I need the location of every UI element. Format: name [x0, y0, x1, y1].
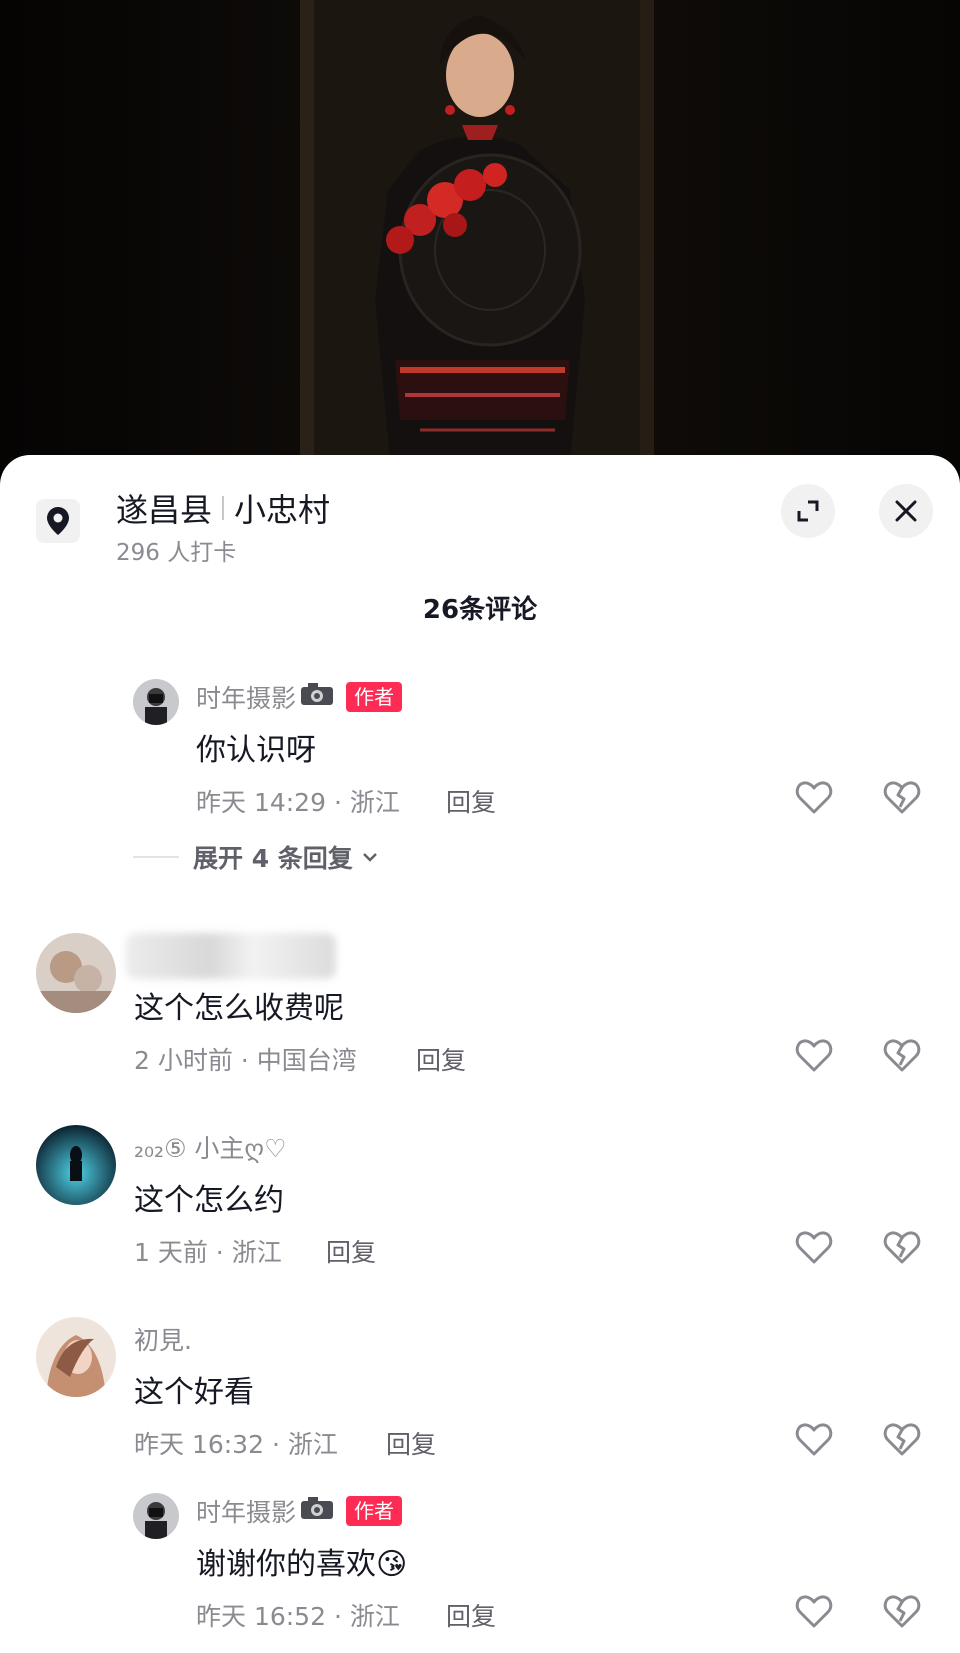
- location-village: 小忠村: [234, 491, 331, 529]
- heart-outline-icon[interactable]: [794, 1227, 834, 1267]
- post-photo: [0, 0, 960, 470]
- avatar[interactable]: [133, 1493, 179, 1539]
- broken-heart-icon[interactable]: [882, 1591, 922, 1631]
- comment-author-blurred[interactable]: [126, 933, 336, 979]
- comment-time: 昨天 14:29 · 浙江: [196, 788, 400, 817]
- comment-author[interactable]: ₂₀₂⑤ 小主ღ♡: [134, 1129, 287, 1165]
- heart-outline-icon[interactable]: [794, 1035, 834, 1075]
- comment-author[interactable]: 时年摄影 作者: [196, 679, 403, 715]
- avatar[interactable]: [36, 1317, 116, 1397]
- camera-icon: [300, 682, 334, 712]
- expand-icon: [797, 500, 819, 522]
- reply-button[interactable]: 回复: [326, 1233, 376, 1269]
- comment-text: 这个怎么约: [134, 1183, 284, 1218]
- expand-replies-button[interactable]: 展开 4 条回复: [133, 839, 381, 875]
- expand-button[interactable]: [781, 484, 835, 538]
- expand-line: [133, 856, 179, 858]
- heart-outline-icon[interactable]: [794, 1419, 834, 1459]
- comments-sheet: 遂昌县 小忠村 296 人打卡 26条评论 时年摄影 作者 你认识呀 昨天 14…: [0, 455, 960, 1653]
- broken-heart-icon[interactable]: [882, 1227, 922, 1267]
- chevron-down-icon: [362, 853, 377, 862]
- author-tag: 作者: [346, 682, 403, 712]
- location-county: 遂昌县: [116, 491, 213, 529]
- heart-outline-icon[interactable]: [794, 1591, 834, 1631]
- comment-author[interactable]: 初見.: [134, 1321, 192, 1357]
- checkin-count: 296 人打卡: [116, 540, 237, 566]
- comment-text: 这个怎么收费呢: [134, 991, 344, 1026]
- broken-heart-icon[interactable]: [882, 1035, 922, 1075]
- comment-count: 26条评论: [422, 595, 538, 625]
- avatar[interactable]: [36, 1125, 116, 1205]
- location-title[interactable]: 遂昌县 小忠村: [116, 485, 330, 531]
- comment-text: 这个好看: [134, 1375, 254, 1410]
- reply-button[interactable]: 回复: [446, 1597, 496, 1633]
- camera-icon: [300, 1496, 334, 1526]
- comment-time: 昨天 16:32 · 浙江: [134, 1430, 338, 1459]
- broken-heart-icon[interactable]: [882, 777, 922, 817]
- reply-button[interactable]: 回复: [446, 783, 496, 819]
- comment-text: 谢谢你的喜欢😘: [196, 1547, 408, 1582]
- reply-button[interactable]: 回复: [386, 1425, 436, 1461]
- avatar[interactable]: [36, 933, 116, 1013]
- broken-heart-icon[interactable]: [882, 1419, 922, 1459]
- avatar[interactable]: [133, 679, 179, 725]
- close-button[interactable]: [879, 484, 933, 538]
- photo-illustration: [300, 0, 654, 470]
- author-tag: 作者: [346, 1496, 403, 1526]
- comment-time: 昨天 16:52 · 浙江: [196, 1602, 400, 1631]
- comment-text: 你认识呀: [196, 733, 316, 768]
- comment-time: 1 天前 · 浙江: [134, 1238, 282, 1267]
- comment-author[interactable]: 时年摄影 作者: [196, 1493, 403, 1529]
- location-divider: [222, 496, 225, 520]
- close-icon: [895, 500, 917, 522]
- heart-outline-icon[interactable]: [794, 777, 834, 817]
- comment-time: 2 小时前 · 中国台湾: [134, 1046, 357, 1075]
- location-pin-icon[interactable]: [36, 499, 80, 543]
- reply-button[interactable]: 回复: [416, 1041, 466, 1077]
